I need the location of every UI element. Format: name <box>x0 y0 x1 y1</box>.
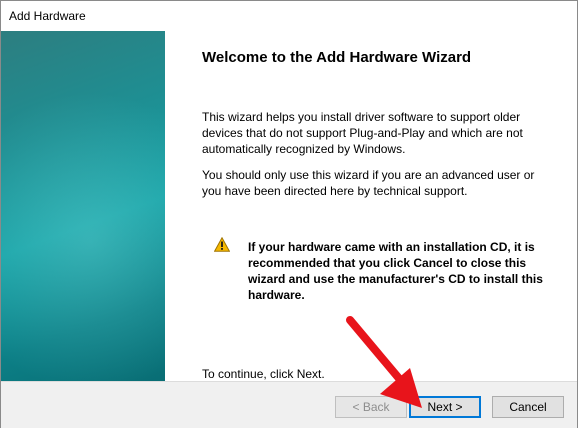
warning-icon <box>214 237 230 252</box>
advanced-user-paragraph: You should only use this wizard if you a… <box>202 168 535 198</box>
wizard-banner-image <box>1 31 165 381</box>
window-title: Add Hardware <box>9 9 86 23</box>
continue-instruction: To continue, click Next. <box>202 367 325 381</box>
back-button[interactable]: < Back <box>335 396 407 418</box>
wizard-content: Welcome to the Add Hardware Wizard This … <box>202 31 562 381</box>
title-bar: Add Hardware <box>1 1 577 31</box>
add-hardware-window: Add Hardware Welcome to the Add Hardware… <box>0 0 578 428</box>
page-title: Welcome to the Add Hardware Wizard <box>202 49 472 66</box>
next-button[interactable]: Next > <box>409 396 481 418</box>
intro-paragraph: This wizard helps you install driver sof… <box>202 110 523 156</box>
button-bar: < Back Next > Cancel <box>1 381 577 428</box>
banner-glow <box>1 91 165 381</box>
warning-message: If your hardware came with an installati… <box>248 240 543 302</box>
cancel-button[interactable]: Cancel <box>492 396 564 418</box>
